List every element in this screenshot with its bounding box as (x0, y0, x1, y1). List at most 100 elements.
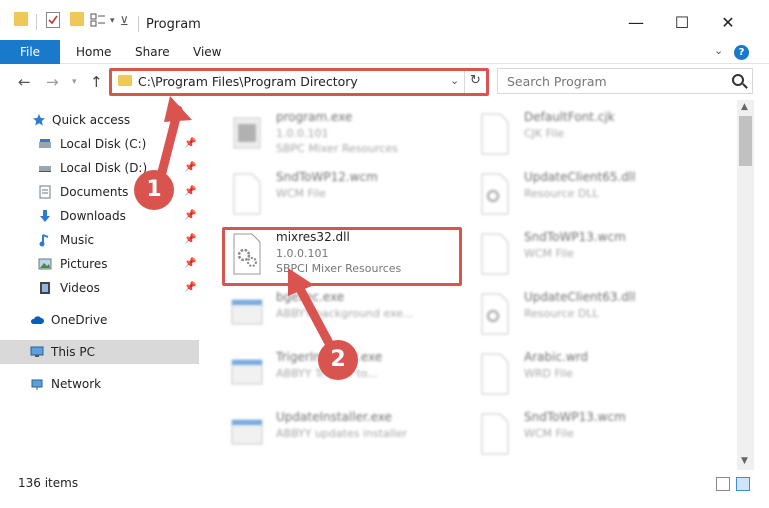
sidebar-item-network[interactable]: Network (0, 372, 199, 396)
address-highlight-box (109, 68, 489, 96)
window-title: Program (146, 17, 201, 32)
sidebar-item-this-pc[interactable]: This PC (0, 340, 199, 364)
search-icon[interactable] (732, 74, 744, 86)
exe-file-icon (231, 359, 263, 385)
exe-file-icon (231, 299, 263, 325)
file-item[interactable]: bgexec.exe ABBYY background exe... (226, 288, 466, 348)
videos-icon (40, 282, 50, 294)
dll-file-icon (481, 173, 509, 215)
sidebar-item-onedrive[interactable]: OneDrive (0, 308, 199, 332)
large-icons-view-icon[interactable] (736, 477, 750, 491)
forward-button[interactable]: → (46, 73, 59, 91)
file-name: bgexec.exe (276, 290, 345, 304)
sidebar-item-label: Local Disk (D:) (60, 161, 148, 175)
title-bar: ▾ ⊻ Program — ☐ ✕ (0, 0, 769, 40)
file-item[interactable]: DefaultFont.cjk CJK File (474, 108, 714, 168)
tab-file[interactable]: File (0, 40, 60, 64)
download-icon (40, 210, 50, 222)
sidebar-item-local-disk-c[interactable]: Local Disk (C:) 📌 (0, 132, 199, 156)
sidebar-item-label: OneDrive (51, 313, 108, 327)
sidebar-item-label: Music (60, 233, 95, 247)
tab-view[interactable]: View (193, 40, 221, 64)
file-name: SndToWP13.wcm (524, 230, 626, 244)
sidebar-item-label: This PC (51, 345, 95, 359)
dll-file-icon (481, 293, 509, 335)
search-box[interactable]: Search Program (497, 68, 753, 94)
sidebar-item-label: Quick access (52, 113, 131, 127)
search-input[interactable]: Search Program (507, 74, 607, 89)
sidebar-item-label: Downloads (60, 209, 126, 223)
file-item[interactable]: SndToWP13.wcm WCM File (474, 408, 714, 468)
file-name: SndToWP13.wcm (524, 410, 626, 424)
pin-icon[interactable]: 📌 (184, 138, 196, 149)
maximize-button[interactable]: ☐ (662, 10, 702, 36)
sidebar-item-label: Network (51, 377, 102, 391)
pin-icon[interactable]: 📌 (184, 282, 196, 293)
back-button[interactable]: ← (18, 73, 31, 91)
network-icon (31, 379, 43, 390)
file-item[interactable]: SndToWP13.wcm WCM File (474, 228, 714, 288)
pc-icon (30, 346, 44, 357)
file-item[interactable]: Arabic.wrd WRD File (474, 348, 714, 408)
exe-file-icon (233, 117, 261, 149)
item-count: 136 items (18, 476, 79, 490)
scroll-down-icon[interactable]: ▼ (741, 456, 748, 466)
chevron-down-icon[interactable]: ⌄ (714, 44, 723, 57)
sidebar-item-label: Pictures (60, 257, 108, 271)
minimize-button[interactable]: — (616, 10, 656, 36)
file-detail: CJK File (524, 127, 565, 140)
document-file-icon (481, 113, 509, 155)
file-name: UpdateClient63.dll (524, 290, 636, 304)
file-item[interactable]: SndToWP12.wcm WCM File (226, 168, 466, 228)
scroll-up-icon[interactable]: ▲ (741, 102, 748, 112)
tab-share[interactable]: Share (135, 40, 170, 64)
properties-icon[interactable] (46, 12, 60, 28)
file-item[interactable]: program.exe 1.0.0.101 SBPC Mixer Resourc… (226, 108, 466, 168)
up-button[interactable]: ↑ (90, 73, 103, 91)
vertical-scrollbar[interactable]: ▲ ▼ (737, 100, 754, 470)
pin-icon[interactable]: 📌 (184, 210, 196, 221)
music-icon (39, 234, 49, 247)
drive-icon (39, 166, 51, 172)
file-name: UpdateClient65.dll (524, 170, 636, 184)
file-name: SndToWP12.wcm (276, 170, 378, 184)
qat-dropdown-icon[interactable]: ⊻ (120, 14, 129, 28)
file-detail: WCM File (276, 187, 326, 200)
document-file-icon (481, 353, 509, 395)
status-bar: 136 items (0, 472, 769, 496)
customize-icon[interactable] (90, 12, 106, 28)
file-item[interactable]: UpdateClient65.dll Resource DLL (474, 168, 714, 228)
file-name: DefaultFont.cjk (524, 110, 615, 124)
star-icon (33, 114, 45, 126)
exe-file-icon (231, 419, 263, 445)
sidebar-item-pictures[interactable]: Pictures 📌 (0, 252, 199, 276)
pin-icon[interactable]: 📌 (184, 234, 196, 245)
file-item[interactable]: UpdateInstaller.exe ABBYY updates instal… (226, 408, 466, 468)
file-name: Arabic.wrd (524, 350, 589, 364)
file-detail: WCM File (524, 247, 574, 260)
divider (138, 16, 139, 32)
pin-icon[interactable]: 📌 (184, 258, 196, 269)
file-detail: WRD File (524, 367, 573, 380)
sidebar-item-videos[interactable]: Videos 📌 (0, 276, 199, 300)
pin-icon[interactable]: 📌 (184, 186, 196, 197)
sidebar-item-quick-access[interactable]: Quick access (0, 108, 199, 132)
sidebar-item-downloads[interactable]: Downloads 📌 (0, 204, 199, 228)
help-button[interactable]: ? (734, 45, 749, 60)
recent-dropdown-icon[interactable]: ▾ (72, 77, 77, 87)
file-name: program.exe (276, 110, 353, 124)
file-item[interactable]: UpdateClient63.dll Resource DLL (474, 288, 714, 348)
new-folder-icon[interactable] (70, 12, 84, 26)
pin-icon[interactable]: 📌 (184, 162, 196, 173)
scroll-thumb[interactable] (739, 116, 752, 166)
details-view-icon[interactable] (716, 477, 730, 491)
file-detail: Resource DLL (524, 307, 599, 320)
file-name: UpdateInstaller.exe (276, 410, 392, 424)
divider (36, 14, 37, 30)
close-button[interactable]: ✕ (708, 10, 748, 36)
file-highlight-box (222, 227, 462, 286)
step-badge-2: 2 (318, 340, 358, 380)
chevron-down-icon[interactable]: ▾ (110, 16, 115, 26)
sidebar-item-music[interactable]: Music 📌 (0, 228, 199, 252)
tab-home[interactable]: Home (76, 40, 111, 64)
